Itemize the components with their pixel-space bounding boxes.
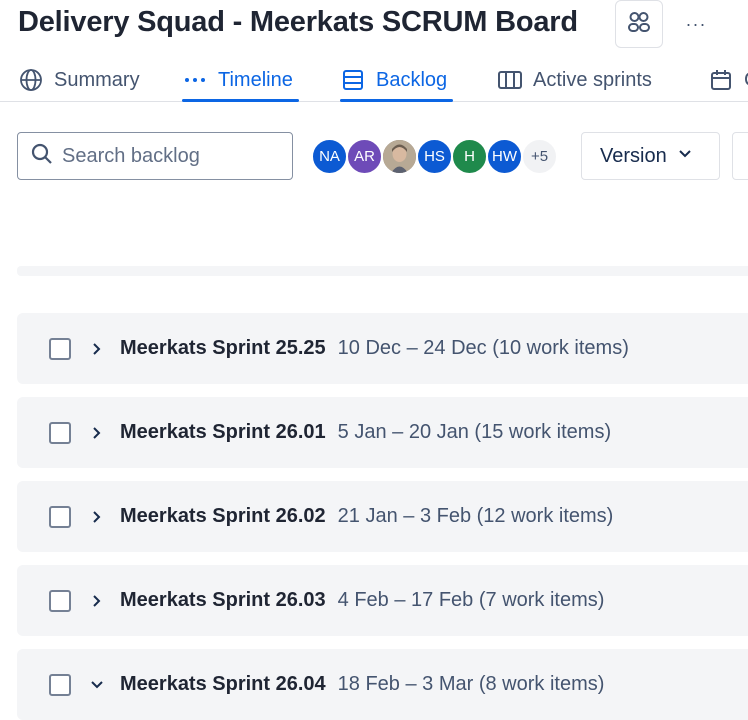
sprint-checkbox[interactable]: [49, 505, 71, 528]
avatar-photo[interactable]: [381, 137, 418, 175]
more-icon: ···: [685, 13, 707, 34]
search-input[interactable]: [62, 144, 262, 168]
tab-calendar[interactable]: C: [708, 58, 748, 102]
tab-label: Summary: [54, 68, 140, 91]
avatar[interactable]: NA: [311, 137, 348, 175]
sprint-checkbox[interactable]: [49, 673, 71, 696]
tab-summary[interactable]: Summary: [18, 58, 140, 102]
more-avatars-badge[interactable]: +5: [521, 137, 558, 175]
sprint-checkbox[interactable]: [49, 589, 71, 612]
sprint-row[interactable]: Meerkats Sprint 26.01 5 Jan – 20 Jan (15 …: [17, 397, 748, 468]
more-actions-button[interactable]: ···: [680, 8, 712, 40]
sprint-row[interactable]: Meerkats Sprint 26.03 4 Feb – 17 Feb (7 w…: [17, 565, 748, 636]
avatar-group: NA AR HS H HW +5: [311, 137, 558, 175]
sprint-checkbox[interactable]: [49, 421, 71, 444]
sprint-row[interactable]: Meerkats Sprint 25.25 10 Dec – 24 Dec (10…: [17, 313, 748, 384]
tab-active-sprints[interactable]: Active sprints: [497, 58, 652, 102]
sprint-meta: 4 Feb – 17 Feb (7 work items): [337, 589, 605, 611]
active-tab-indicator: [182, 99, 299, 102]
tab-timeline[interactable]: Timeline: [182, 58, 299, 102]
tab-label: Active sprints: [533, 68, 652, 91]
sprint-meta: 5 Jan – 20 Jan (15 work items): [337, 421, 612, 443]
sprint-meta: 10 Dec – 24 Dec (10 work items): [337, 337, 629, 359]
sprint-name: Meerkats Sprint 26.04: [120, 673, 326, 695]
sprint-row-expanded[interactable]: Meerkats Sprint 26.04 18 Feb – 3 Mar (8 w…: [17, 649, 748, 720]
sprint-checkbox[interactable]: [49, 337, 71, 360]
sprint-meta: 21 Jan – 3 Feb (12 work items): [337, 505, 614, 527]
avatar[interactable]: HS: [416, 137, 453, 175]
chevron-down-icon[interactable]: [87, 675, 107, 695]
section-divider: [17, 266, 748, 276]
sprint-name: Meerkats Sprint 26.02: [120, 505, 326, 527]
chevron-right-icon[interactable]: [87, 591, 107, 611]
version-label: Version: [600, 144, 667, 167]
sprint-title[interactable]: Meerkats Sprint 26.03 4 Feb – 17 Feb (7 w…: [120, 589, 604, 612]
avatar[interactable]: H: [451, 137, 488, 175]
people-icon: [626, 9, 652, 40]
page-title: Delivery Squad - Meerkats SCRUM Board: [18, 6, 578, 38]
sprint-title[interactable]: Meerkats Sprint 26.02 21 Jan – 3 Feb (12 …: [120, 505, 613, 528]
sprint-title[interactable]: Meerkats Sprint 25.25 10 Dec – 24 Dec (10…: [120, 337, 629, 360]
project-tabs: Summary Timeline Backlog Active sprints: [0, 58, 748, 102]
sprint-name: Meerkats Sprint 26.03: [120, 589, 326, 611]
dots-icon: [182, 67, 208, 93]
chevron-down-icon: [677, 145, 693, 168]
sprint-meta: 18 Feb – 3 Mar (8 work items): [337, 673, 605, 695]
sprint-name: Meerkats Sprint 25.25: [120, 337, 326, 359]
people-button[interactable]: [615, 0, 663, 48]
version-filter-button[interactable]: Version: [581, 132, 720, 180]
globe-icon: [18, 67, 44, 93]
page-header: Delivery Squad - Meerkats SCRUM Board ··…: [0, 0, 748, 50]
sprint-name: Meerkats Sprint 26.01: [120, 421, 326, 443]
chevron-right-icon[interactable]: [87, 339, 107, 359]
avatar[interactable]: HW: [486, 137, 523, 175]
chevron-right-icon[interactable]: [87, 507, 107, 527]
search-icon: [30, 142, 54, 171]
search-backlog[interactable]: [17, 132, 293, 180]
avatar[interactable]: AR: [346, 137, 383, 175]
tab-label: Backlog: [376, 68, 448, 91]
active-tab-indicator: [340, 99, 454, 102]
tab-label: C: [744, 69, 748, 92]
sprint-title[interactable]: Meerkats Sprint 26.01 5 Jan – 20 Jan (15 …: [120, 421, 611, 444]
tab-backlog[interactable]: Backlog: [340, 58, 454, 102]
filter-button[interactable]: [732, 132, 748, 180]
tab-label: Timeline: [218, 68, 293, 91]
chevron-right-icon[interactable]: [87, 423, 107, 443]
list-icon: [340, 67, 366, 93]
board-icon: [497, 67, 523, 93]
sprint-title[interactable]: Meerkats Sprint 26.04 18 Feb – 3 Mar (8 w…: [120, 673, 604, 696]
sprint-row[interactable]: Meerkats Sprint 26.02 21 Jan – 3 Feb (12 …: [17, 481, 748, 552]
calendar-icon: [708, 67, 734, 93]
